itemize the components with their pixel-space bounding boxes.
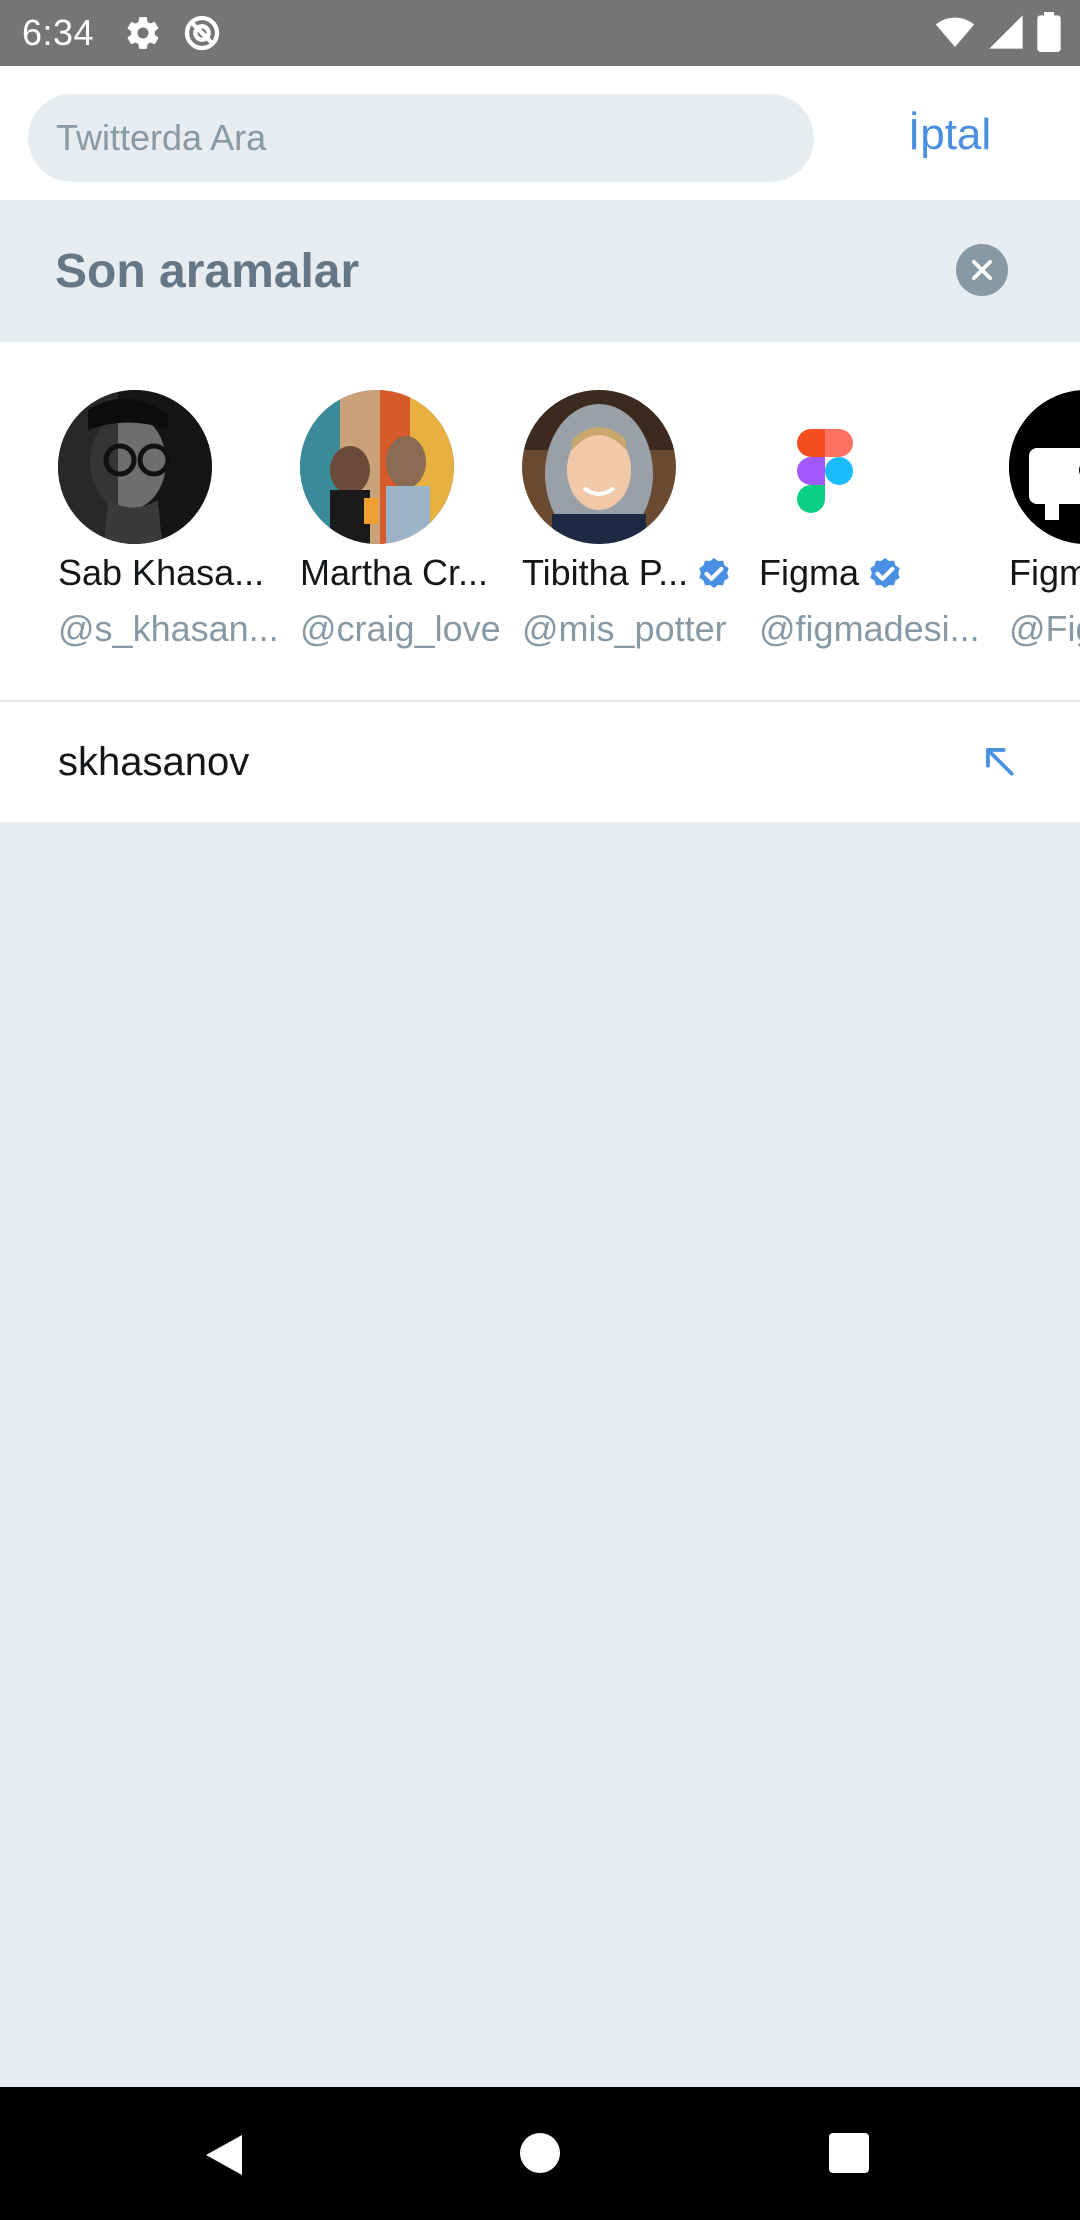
gear-icon <box>127 17 159 49</box>
signal-icon <box>989 15 1023 49</box>
user-handle: @s_khasan... <box>58 608 279 649</box>
no-sim-icon <box>184 15 220 51</box>
wifi-icon <box>935 17 975 47</box>
avatar <box>1009 390 1080 544</box>
recent-searches-header: Son aramalar <box>0 200 1080 342</box>
figma-logo-icon <box>759 390 913 544</box>
user-name: Martha Cr... <box>300 552 489 593</box>
avatar <box>522 390 676 544</box>
status-time: 6:34 <box>22 12 95 53</box>
recent-user-card[interactable]: Martha Cr... @craig_love <box>300 390 530 650</box>
recent-user-card[interactable]: Figm @Fig <box>1009 390 1080 650</box>
recent-user-card[interactable]: Figma @figmadesi... <box>759 390 989 650</box>
recent-user-card[interactable]: Tibitha P... @mis_potter <box>522 390 752 650</box>
user-name: Sab Khasa... <box>58 552 265 593</box>
avatar <box>300 390 454 544</box>
user-name: Figma <box>759 552 989 594</box>
back-icon[interactable] <box>202 2131 246 2179</box>
user-handle: @craig_love <box>300 608 501 649</box>
recent-query-row[interactable]: skhasanov <box>0 702 1080 822</box>
user-handle: @Fig <box>1009 608 1080 649</box>
verified-badge-icon <box>870 558 900 588</box>
status-bar: 6:34 <box>0 0 1080 66</box>
cancel-button[interactable]: İptal <box>908 110 991 160</box>
avatar <box>58 390 212 544</box>
home-icon[interactable] <box>520 2133 560 2173</box>
navigation-bar <box>0 2087 1080 2220</box>
arrow-up-left-icon[interactable] <box>980 742 1018 780</box>
avatar <box>759 390 913 544</box>
recent-apps-icon[interactable] <box>829 2133 869 2173</box>
verified-badge-icon <box>699 558 729 588</box>
recent-users-carousel: Sab Khasa... @s_khasan... Martha Cr... @… <box>0 342 1080 702</box>
search-bar: İptal <box>0 66 1080 200</box>
recent-user-card[interactable]: Sab Khasa... @s_khasan... <box>58 390 288 650</box>
recent-searches-title: Son aramalar <box>55 245 360 298</box>
battery-icon <box>1037 12 1061 52</box>
search-input[interactable] <box>28 94 814 182</box>
user-name: Figm <box>1009 552 1080 593</box>
user-handle: @figmadesi... <box>759 608 980 649</box>
user-handle: @mis_potter <box>522 608 727 649</box>
recent-query-text: skhasanov <box>58 739 250 784</box>
user-name: Tibitha P... <box>522 552 752 594</box>
clear-recent-button[interactable] <box>956 244 1008 296</box>
close-icon <box>971 259 993 281</box>
